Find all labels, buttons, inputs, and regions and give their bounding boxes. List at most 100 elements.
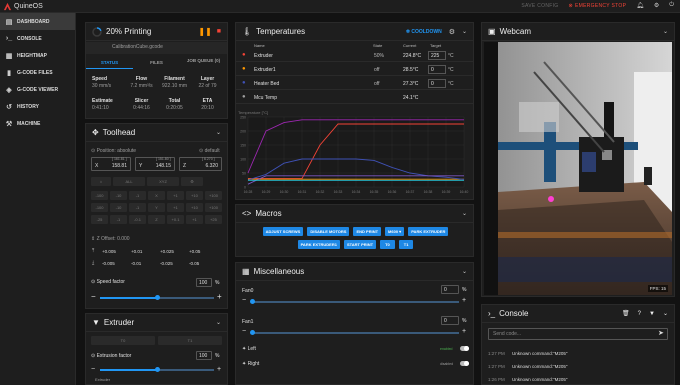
sidebar-item-gcode-viewer[interactable]: ◈ G-CODE VIEWER [0, 81, 75, 98]
z-offset-button[interactable]: +0.025 [160, 249, 174, 254]
fan1-slider-thumb[interactable] [249, 330, 255, 335]
speed-minus-button[interactable]: − [91, 292, 96, 301]
jog-button[interactable]: -0.1 [129, 215, 146, 224]
stop-icon[interactable]: ■ [217, 28, 221, 35]
sidebar-item-heightmap[interactable]: ▦ HEIGHTMAP [0, 47, 75, 64]
fan1-input[interactable]: 0 [441, 316, 459, 325]
macro-end-print-button[interactable]: END PRINT [353, 227, 382, 236]
jog-button[interactable]: +1 [167, 191, 184, 200]
extrusion-minus-button[interactable]: − [91, 366, 95, 373]
jog-button[interactable]: +0.1 [167, 215, 184, 224]
motors-icon[interactable]: ⚙ [181, 177, 203, 186]
sidebar-item-history[interactable]: ↺ HISTORY [0, 98, 75, 115]
light-right-toggle[interactable] [460, 361, 469, 366]
z-offset-button[interactable]: -0.05 [189, 261, 199, 266]
pause-icon[interactable]: ❚❚ [198, 27, 211, 36]
chevron-down-icon[interactable]: ⌄ [462, 210, 467, 217]
jog-button[interactable]: -1 [129, 203, 146, 212]
home-xyz-button[interactable]: XYZ [147, 177, 179, 186]
chevron-down-icon[interactable]: ⌄ [216, 319, 221, 326]
filter-icon[interactable]: ▼ [649, 311, 655, 317]
macro-t1-button[interactable]: T1 [398, 240, 414, 249]
help-icon[interactable]: ? [638, 311, 641, 317]
x-position-field[interactable]: [ 161.81 ] X 158.81 [91, 157, 131, 171]
extrusion-plus-button[interactable]: + [217, 366, 221, 373]
z-offset-button[interactable]: +0.05 [189, 249, 200, 254]
jog-button[interactable]: +100 [205, 203, 222, 212]
z-offset-button[interactable]: +0.005 [102, 249, 116, 254]
heater-target-input[interactable]: 0 [428, 65, 446, 74]
sidebar-item-machine[interactable]: ⚒ MACHINE [0, 115, 75, 132]
jog-button[interactable]: Z [148, 215, 165, 224]
macro-m600-button[interactable]: M600 ▾ [385, 227, 405, 236]
jog-button[interactable]: +25 [205, 215, 222, 224]
z-offset-button[interactable]: -0.025 [160, 261, 173, 266]
fan0-input[interactable]: 0 [441, 285, 459, 294]
chevron-down-icon[interactable]: ⌄ [663, 310, 668, 317]
jog-button[interactable]: -100 [91, 191, 108, 200]
trash-icon[interactable]: 🗑︎ [622, 310, 630, 317]
speed-plus-button[interactable]: + [217, 292, 222, 301]
fan0-minus-button[interactable]: − [242, 297, 246, 304]
jog-button[interactable]: -1 [129, 191, 146, 200]
bell-icon[interactable]: 🔔︎ [636, 2, 644, 9]
tab-files[interactable]: FILES [133, 57, 180, 69]
fan1-slider-track[interactable] [252, 332, 459, 334]
jog-button[interactable]: Y [148, 203, 165, 212]
cooldown-button[interactable]: ❄ COOLDOWN [406, 29, 442, 35]
jog-button[interactable]: -25 [91, 215, 108, 224]
save-config-button[interactable]: SAVE CONFIG [521, 3, 558, 9]
jog-button[interactable]: -10 [110, 203, 127, 212]
z-offset-button[interactable]: -0.005 [102, 261, 115, 266]
z-offset-button[interactable]: -0.01 [131, 261, 141, 266]
emergency-stop-button[interactable]: ⊗ EMERGENCY STOP [568, 3, 626, 9]
extrusion-factor-input[interactable]: 100 [196, 351, 212, 360]
jog-button[interactable]: +10 [186, 203, 203, 212]
jog-button[interactable]: +10 [186, 191, 203, 200]
light-left-toggle[interactable] [460, 346, 469, 351]
fan1-plus-button[interactable]: + [462, 328, 466, 335]
sidebar-item-gcode-files[interactable]: ▮ G-CODE FILES [0, 64, 75, 81]
heater-target-input[interactable]: 0 [428, 79, 446, 88]
tool-t0-button[interactable]: T0 [91, 336, 155, 345]
jog-button[interactable]: +100 [205, 191, 222, 200]
settings-icon[interactable]: ⚙ [654, 2, 659, 9]
tool-t1-button[interactable]: T1 [158, 336, 222, 345]
sidebar-item-dashboard[interactable]: ▤ DASHBOARD [0, 13, 75, 30]
chevron-down-icon[interactable]: ⌄ [216, 129, 221, 136]
home-icon[interactable]: ⌂ [91, 177, 111, 186]
macro-start-print-button[interactable]: START PRINT [343, 240, 377, 249]
speed-factor-input[interactable]: 100 [196, 278, 212, 287]
tab-job-queue[interactable]: JOB QUEUE (0) [180, 57, 227, 69]
fan1-minus-button[interactable]: − [242, 328, 246, 335]
jog-button[interactable]: -1 [110, 215, 127, 224]
tab-status[interactable]: STATUS [86, 57, 133, 69]
jog-button[interactable]: -100 [91, 203, 108, 212]
extrusion-slider-thumb[interactable] [154, 367, 160, 372]
macro-t0-button[interactable]: T0 [380, 240, 395, 249]
fan0-plus-button[interactable]: + [462, 297, 466, 304]
settings-icon[interactable]: ⚙ [449, 28, 455, 36]
jog-button[interactable]: -10 [110, 191, 127, 200]
heater-target-input[interactable]: 225 [428, 51, 446, 60]
chevron-down-icon[interactable]: ⌄ [462, 268, 467, 275]
speed-slider-thumb[interactable] [154, 295, 160, 300]
console-input[interactable]: Send code... [488, 328, 668, 340]
macro-park-extruder1-button[interactable]: PARK EXTRUDER1 [297, 240, 340, 249]
power-icon[interactable]: ⏻ [669, 2, 674, 9]
macro-adjust-screws-button[interactable]: ADJUST SCREWS [262, 227, 304, 236]
chevron-down-icon[interactable]: ⌄ [462, 28, 467, 35]
y-position-field[interactable]: [ 151.80 ] Y 148.15 [135, 157, 175, 171]
jog-button[interactable]: X [148, 191, 165, 200]
z-offset-button[interactable]: +0.01 [131, 249, 142, 254]
home-all-button[interactable]: ALL [113, 177, 145, 186]
jog-button[interactable]: +1 [167, 203, 184, 212]
jog-button[interactable]: +1 [186, 215, 203, 224]
chevron-down-icon[interactable]: ⌄ [663, 28, 668, 35]
send-icon[interactable]: ➤ [658, 329, 664, 337]
macro-park-extruder-button[interactable]: PARK EXTRUDER [408, 227, 449, 236]
fan0-slider-track[interactable] [252, 301, 459, 303]
z-position-field[interactable]: [ 6.270 ] Z 6.320 [179, 157, 222, 171]
fan0-slider-thumb[interactable] [249, 299, 255, 304]
sidebar-item-console[interactable]: ›_ CONSOLE [0, 30, 75, 47]
